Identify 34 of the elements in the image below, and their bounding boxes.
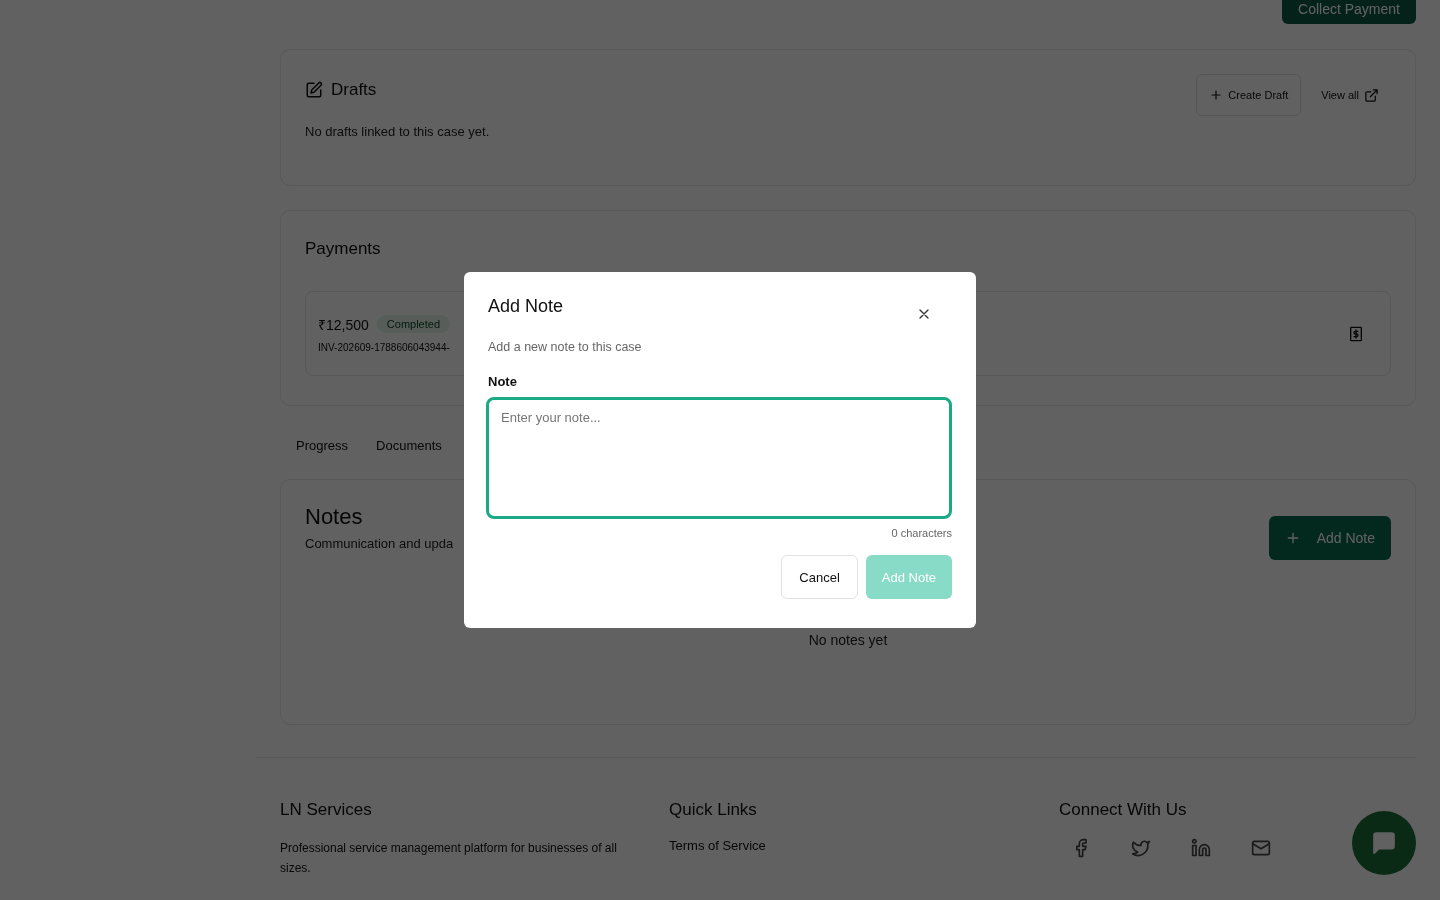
footer-heading: Connect With Us (1059, 800, 1188, 820)
edit-icon (305, 81, 323, 99)
tab[interactable]: Progress (280, 430, 361, 461)
footer-heading: LN Services (280, 800, 373, 820)
collect-payment-button[interactable]: Collect Payment (1282, 0, 1416, 24)
plus-icon (1209, 88, 1224, 102)
create-draft-button[interactable]: Create Draft (1196, 74, 1302, 116)
linkedin-icon[interactable] (1191, 838, 1211, 858)
external-link-icon (1364, 87, 1379, 103)
character-count: 0 characters (890, 527, 952, 539)
view-all-link[interactable]: View all (1309, 74, 1391, 116)
note-input-field[interactable]: Enter your note... (486, 397, 952, 519)
tab[interactable]: Documents (360, 430, 454, 461)
empty-message: No notes yet (807, 632, 889, 648)
card-title: Drafts (331, 80, 377, 100)
mail-icon[interactable] (1251, 838, 1271, 858)
cancel-button[interactable]: Cancel (781, 555, 858, 599)
invoice-number: INV-202609-1788606043944- (318, 341, 451, 353)
section-subtitle: Communication and upda (305, 536, 454, 551)
field-label: Note (488, 374, 518, 389)
section-title: Notes (305, 504, 364, 530)
footer-heading: Quick Links (669, 800, 758, 820)
twitter-icon[interactable] (1131, 838, 1151, 858)
footer-link[interactable]: Terms of Service (669, 838, 1059, 853)
card-title: Payments (305, 239, 382, 259)
empty-message: No drafts linked to this case yet. (305, 124, 491, 139)
dialog-description: Add a new note to this case (488, 340, 643, 354)
receipt-icon (1348, 325, 1364, 342)
payment-amount: ₹12,500 (318, 315, 369, 334)
dialog-title: Add Note (488, 296, 564, 317)
status-badge: Completed (376, 315, 451, 333)
footer-description: Professional service management platform for businesses of all sizes. (280, 840, 618, 877)
chat-bubble-icon (1371, 830, 1397, 856)
add-note-button[interactable]: Add Note (1268, 516, 1391, 560)
